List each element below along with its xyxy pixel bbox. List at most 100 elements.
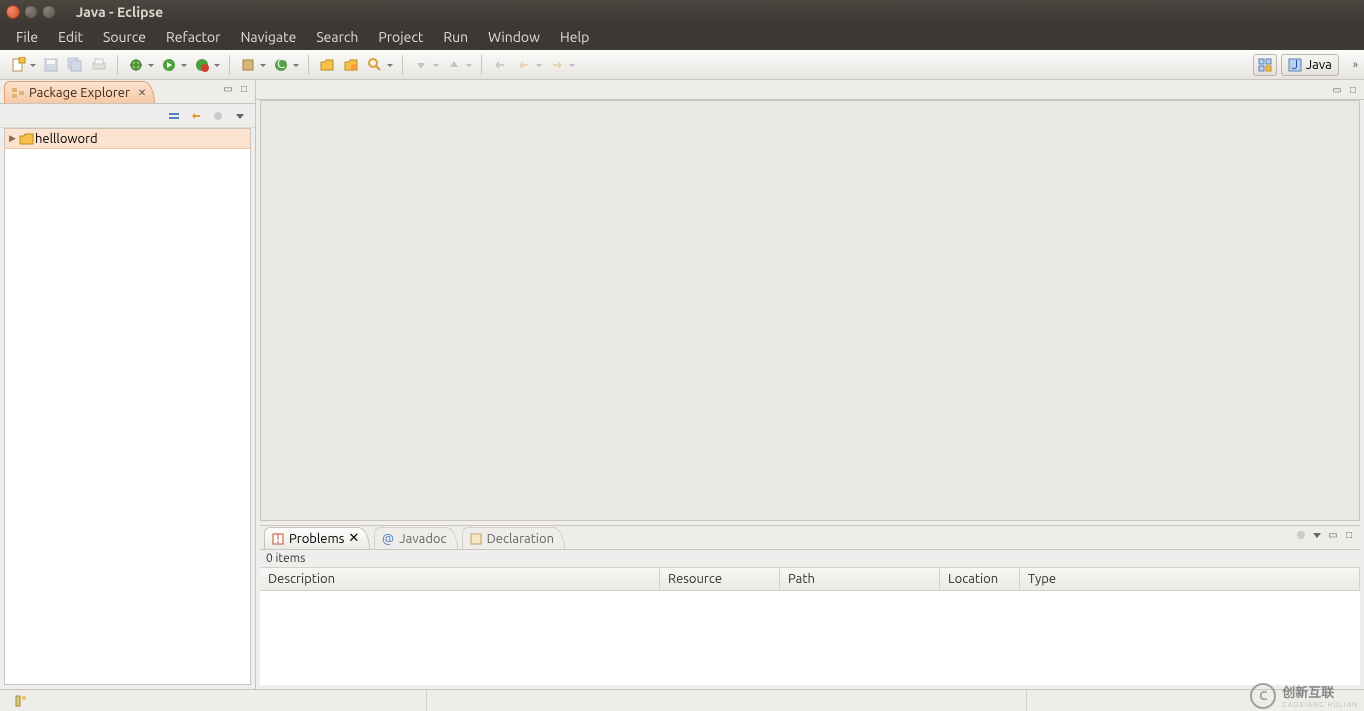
package-explorer-title: Package Explorer: [29, 86, 130, 100]
menu-refactor[interactable]: Refactor: [156, 25, 230, 49]
status-middle: [426, 690, 1026, 711]
java-perspective-icon: J: [1288, 58, 1302, 72]
window-title: Java - Eclipse: [76, 4, 163, 20]
menu-project[interactable]: Project: [368, 25, 433, 49]
close-icon[interactable]: ✕: [138, 87, 146, 99]
svg-text:@: @: [382, 532, 394, 546]
main-toolbar: C J Java »: [0, 50, 1364, 80]
bottom-view-stack: ! Problems ✕ @ Javadoc Declaration ▭ □: [260, 525, 1360, 685]
bottom-tabbar: ! Problems ✕ @ Javadoc Declaration ▭ □: [260, 526, 1360, 550]
new-class-button[interactable]: C: [270, 54, 292, 76]
perspective-switcher: J Java »: [1253, 54, 1358, 76]
last-edit-button[interactable]: [489, 54, 511, 76]
statusbar: [0, 689, 1364, 711]
link-editor-button[interactable]: [187, 107, 205, 125]
editor-and-views: ▭ □ ! Problems ✕ @ Javadoc Declaration: [256, 80, 1364, 689]
window-maximize-button[interactable]: [42, 5, 56, 19]
column-path[interactable]: Path: [780, 568, 940, 590]
column-resource[interactable]: Resource: [660, 568, 780, 590]
save-all-button[interactable]: [64, 54, 86, 76]
status-icon: [14, 694, 28, 708]
toolbar-separator: [229, 55, 230, 75]
open-perspective-button[interactable]: [1253, 54, 1277, 76]
maximize-view-button[interactable]: □: [237, 82, 251, 96]
watermark-subtext: CAOXIANG HULIAN: [1282, 701, 1358, 709]
close-icon[interactable]: ✕: [348, 531, 359, 546]
window-close-button[interactable]: [6, 5, 20, 19]
minimize-editor-button[interactable]: ▭: [1330, 83, 1344, 97]
watermark-logo-icon: C: [1250, 683, 1276, 709]
tab-problems-label: Problems: [289, 532, 344, 546]
perspective-label: Java: [1306, 58, 1332, 72]
maximize-view-button[interactable]: □: [1342, 528, 1356, 542]
menu-window[interactable]: Window: [478, 25, 550, 49]
watermark-text: 创新互联: [1282, 682, 1358, 701]
window-titlebar: Java - Eclipse: [0, 0, 1364, 24]
toolbar-separator: [402, 55, 403, 75]
package-explorer-tree[interactable]: ▶ hellloword: [4, 128, 251, 685]
declaration-icon: [469, 532, 483, 546]
problems-icon: !: [271, 532, 285, 546]
menu-search[interactable]: Search: [306, 25, 368, 49]
next-annotation-button[interactable]: [410, 54, 432, 76]
window-minimize-button[interactable]: [24, 5, 38, 19]
editor-tabbar: ▭ □: [256, 80, 1364, 100]
package-explorer-icon: [11, 86, 25, 100]
problems-table-body[interactable]: [260, 591, 1360, 685]
svg-text:!: !: [276, 532, 280, 546]
menubar: File Edit Source Refactor Navigate Searc…: [0, 24, 1364, 50]
save-button[interactable]: [40, 54, 62, 76]
javadoc-icon: @: [381, 532, 395, 546]
tab-declaration[interactable]: Declaration: [462, 527, 565, 549]
tab-javadoc[interactable]: @ Javadoc: [374, 527, 457, 549]
tab-problems[interactable]: ! Problems ✕: [264, 527, 370, 549]
svg-text:J: J: [1292, 58, 1298, 72]
problems-table-header: Description Resource Path Location Type: [260, 567, 1360, 591]
new-button[interactable]: [7, 54, 29, 76]
svg-text:C: C: [277, 57, 285, 71]
forward-button[interactable]: [546, 54, 568, 76]
menu-navigate[interactable]: Navigate: [230, 25, 306, 49]
package-explorer-tab[interactable]: Package Explorer ✕: [4, 81, 155, 103]
expand-arrow-icon[interactable]: ▶: [9, 133, 19, 144]
focus-task-button[interactable]: [209, 107, 227, 125]
toolbar-separator: [481, 55, 482, 75]
column-location[interactable]: Location: [940, 568, 1020, 590]
run-button[interactable]: [158, 54, 180, 76]
project-folder-icon: [19, 132, 35, 146]
status-left: [6, 690, 36, 711]
problems-count-label: 0 items: [260, 550, 1360, 567]
new-package-button[interactable]: [237, 54, 259, 76]
menu-source[interactable]: Source: [93, 25, 156, 49]
project-item[interactable]: ▶ hellloword: [5, 129, 250, 149]
column-description[interactable]: Description: [260, 568, 660, 590]
package-explorer-tabbar: Package Explorer ✕ ▭ □: [0, 80, 255, 104]
maximize-editor-button[interactable]: □: [1346, 83, 1360, 97]
column-type[interactable]: Type: [1020, 568, 1360, 590]
print-button[interactable]: [88, 54, 110, 76]
run-last-button[interactable]: [191, 54, 213, 76]
perspective-java-button[interactable]: J Java: [1281, 54, 1339, 76]
menu-run[interactable]: Run: [433, 25, 478, 49]
editor-area[interactable]: [260, 100, 1360, 521]
menu-edit[interactable]: Edit: [48, 25, 93, 49]
minimize-view-button[interactable]: ▭: [221, 82, 235, 96]
package-explorer-toolbar: [0, 104, 255, 128]
open-task-button[interactable]: [340, 54, 362, 76]
toolbar-overflow-icon[interactable]: »: [1353, 59, 1358, 71]
focus-button[interactable]: [1294, 528, 1308, 542]
menu-help[interactable]: Help: [550, 25, 599, 49]
debug-button[interactable]: [125, 54, 147, 76]
menu-file[interactable]: File: [6, 25, 48, 49]
minimize-view-button[interactable]: ▭: [1326, 528, 1340, 542]
tab-declaration-label: Declaration: [487, 532, 554, 546]
back-button[interactable]: [513, 54, 535, 76]
view-menu-button[interactable]: [1310, 528, 1324, 542]
project-label: hellloword: [35, 132, 98, 146]
workspace: Package Explorer ✕ ▭ □ ▶: [0, 80, 1364, 689]
search-button[interactable]: [364, 54, 386, 76]
open-type-button[interactable]: [316, 54, 338, 76]
view-menu-button[interactable]: [231, 107, 249, 125]
prev-annotation-button[interactable]: [443, 54, 465, 76]
collapse-all-button[interactable]: [165, 107, 183, 125]
